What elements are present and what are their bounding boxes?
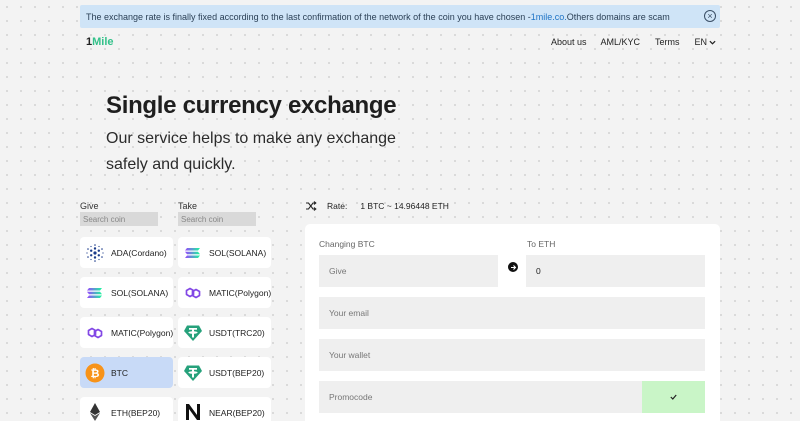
email-input[interactable] [319,297,705,329]
page-subtitle: Our service helps to make any exchange s… [106,130,396,173]
language-label: EN [694,37,707,47]
notice-domain-link[interactable]: 1mile.co. [531,12,567,22]
coin-label: NEAR(BEP20) [209,408,265,418]
notice-text: The exchange rate is finally fixed accor… [86,11,531,22]
coin-label: MATIC(Polygon) [209,287,272,298]
cardano-icon [85,243,105,263]
changing-label: Changing BTC [319,239,375,249]
top-navigation: 1Mile About us AML/KYC Terms EN [86,36,716,50]
scam-warning-banner: The exchange rate is finally fixed accor… [80,5,720,28]
logo-name: Mile [92,36,114,48]
checkmark-icon [670,394,677,400]
solana-icon [183,243,203,263]
language-selector[interactable]: EN [694,37,716,47]
nav-terms-link[interactable]: Terms [655,37,680,47]
give-search-input[interactable] [80,212,158,226]
solana-icon [85,283,105,303]
arrow-right-icon [508,262,518,272]
rate-label: Rate: [327,201,348,211]
tether-icon [183,323,203,343]
take-amount-input[interactable] [526,255,705,287]
tether-icon [183,363,203,383]
to-label: To ETH [527,239,556,249]
give-coin-item[interactable]: SOL(SOLANA) [80,277,173,308]
nav-about-link[interactable]: About us [551,37,587,47]
coin-label: USDT(BEP20) [209,367,265,378]
polygon-icon [183,283,203,303]
polygon-icon [85,323,105,343]
take-coin-item[interactable]: USDT(TRC20) [178,317,271,348]
rate-value: 1 BTC ~ 14.96448 ETH [360,201,449,211]
wallet-input[interactable] [319,339,705,371]
ethereum-icon [85,402,105,421]
give-label: Give [80,201,99,211]
coin-label: MATIC(Polygon) [111,327,174,338]
coin-label: ADA(Cordano) [111,247,167,258]
give-coin-item[interactable]: MATIC(Polygon) [80,317,173,348]
close-icon[interactable]: × [704,10,716,22]
near-icon [183,402,203,421]
give-amount-input[interactable] [319,255,498,287]
coin-label: SOL(SOLANA) [209,247,267,258]
give-coin-item[interactable]: ETH(BEP20) [80,397,173,421]
take-coin-item[interactable]: MATIC(Polygon) [178,277,271,308]
nav-aml-kyc-link[interactable]: AML/KYC [600,37,640,47]
bitcoin-icon: ₿ [85,363,105,383]
notice-text-end: Others domains are scam [566,11,670,22]
take-coin-item[interactable]: NEAR(BEP20) [178,397,271,421]
take-label: Take [178,201,198,211]
take-coin-item[interactable]: USDT(BEP20) [178,357,271,388]
rate-row: Rate: 1 BTC ~ 14.96448 ETH [305,200,449,212]
take-search-input[interactable] [178,212,256,226]
page-title: Single currency exchange [106,92,397,119]
exchange-form-panel: Changing BTC To ETH [305,224,720,421]
logo[interactable]: 1Mile [86,36,114,48]
coin-label: SOL(SOLANA) [111,287,169,298]
shuffle-icon[interactable] [305,200,317,212]
svg-text:₿: ₿ [91,368,100,380]
promocode-apply-button[interactable] [642,381,705,413]
coin-label: BTC [111,367,128,378]
take-coin-item[interactable]: SOL(SOLANA) [178,237,271,268]
give-coin-item-selected[interactable]: ₿ BTC [80,357,173,388]
give-coin-item[interactable]: ADA(Cordano) [80,237,173,268]
nav-menu: About us AML/KYC Terms EN [551,37,716,47]
coin-label: ETH(BEP20) [111,408,161,418]
chevron-down-icon [709,40,716,45]
coin-label: USDT(TRC20) [209,327,265,338]
promocode-input[interactable] [319,381,642,413]
